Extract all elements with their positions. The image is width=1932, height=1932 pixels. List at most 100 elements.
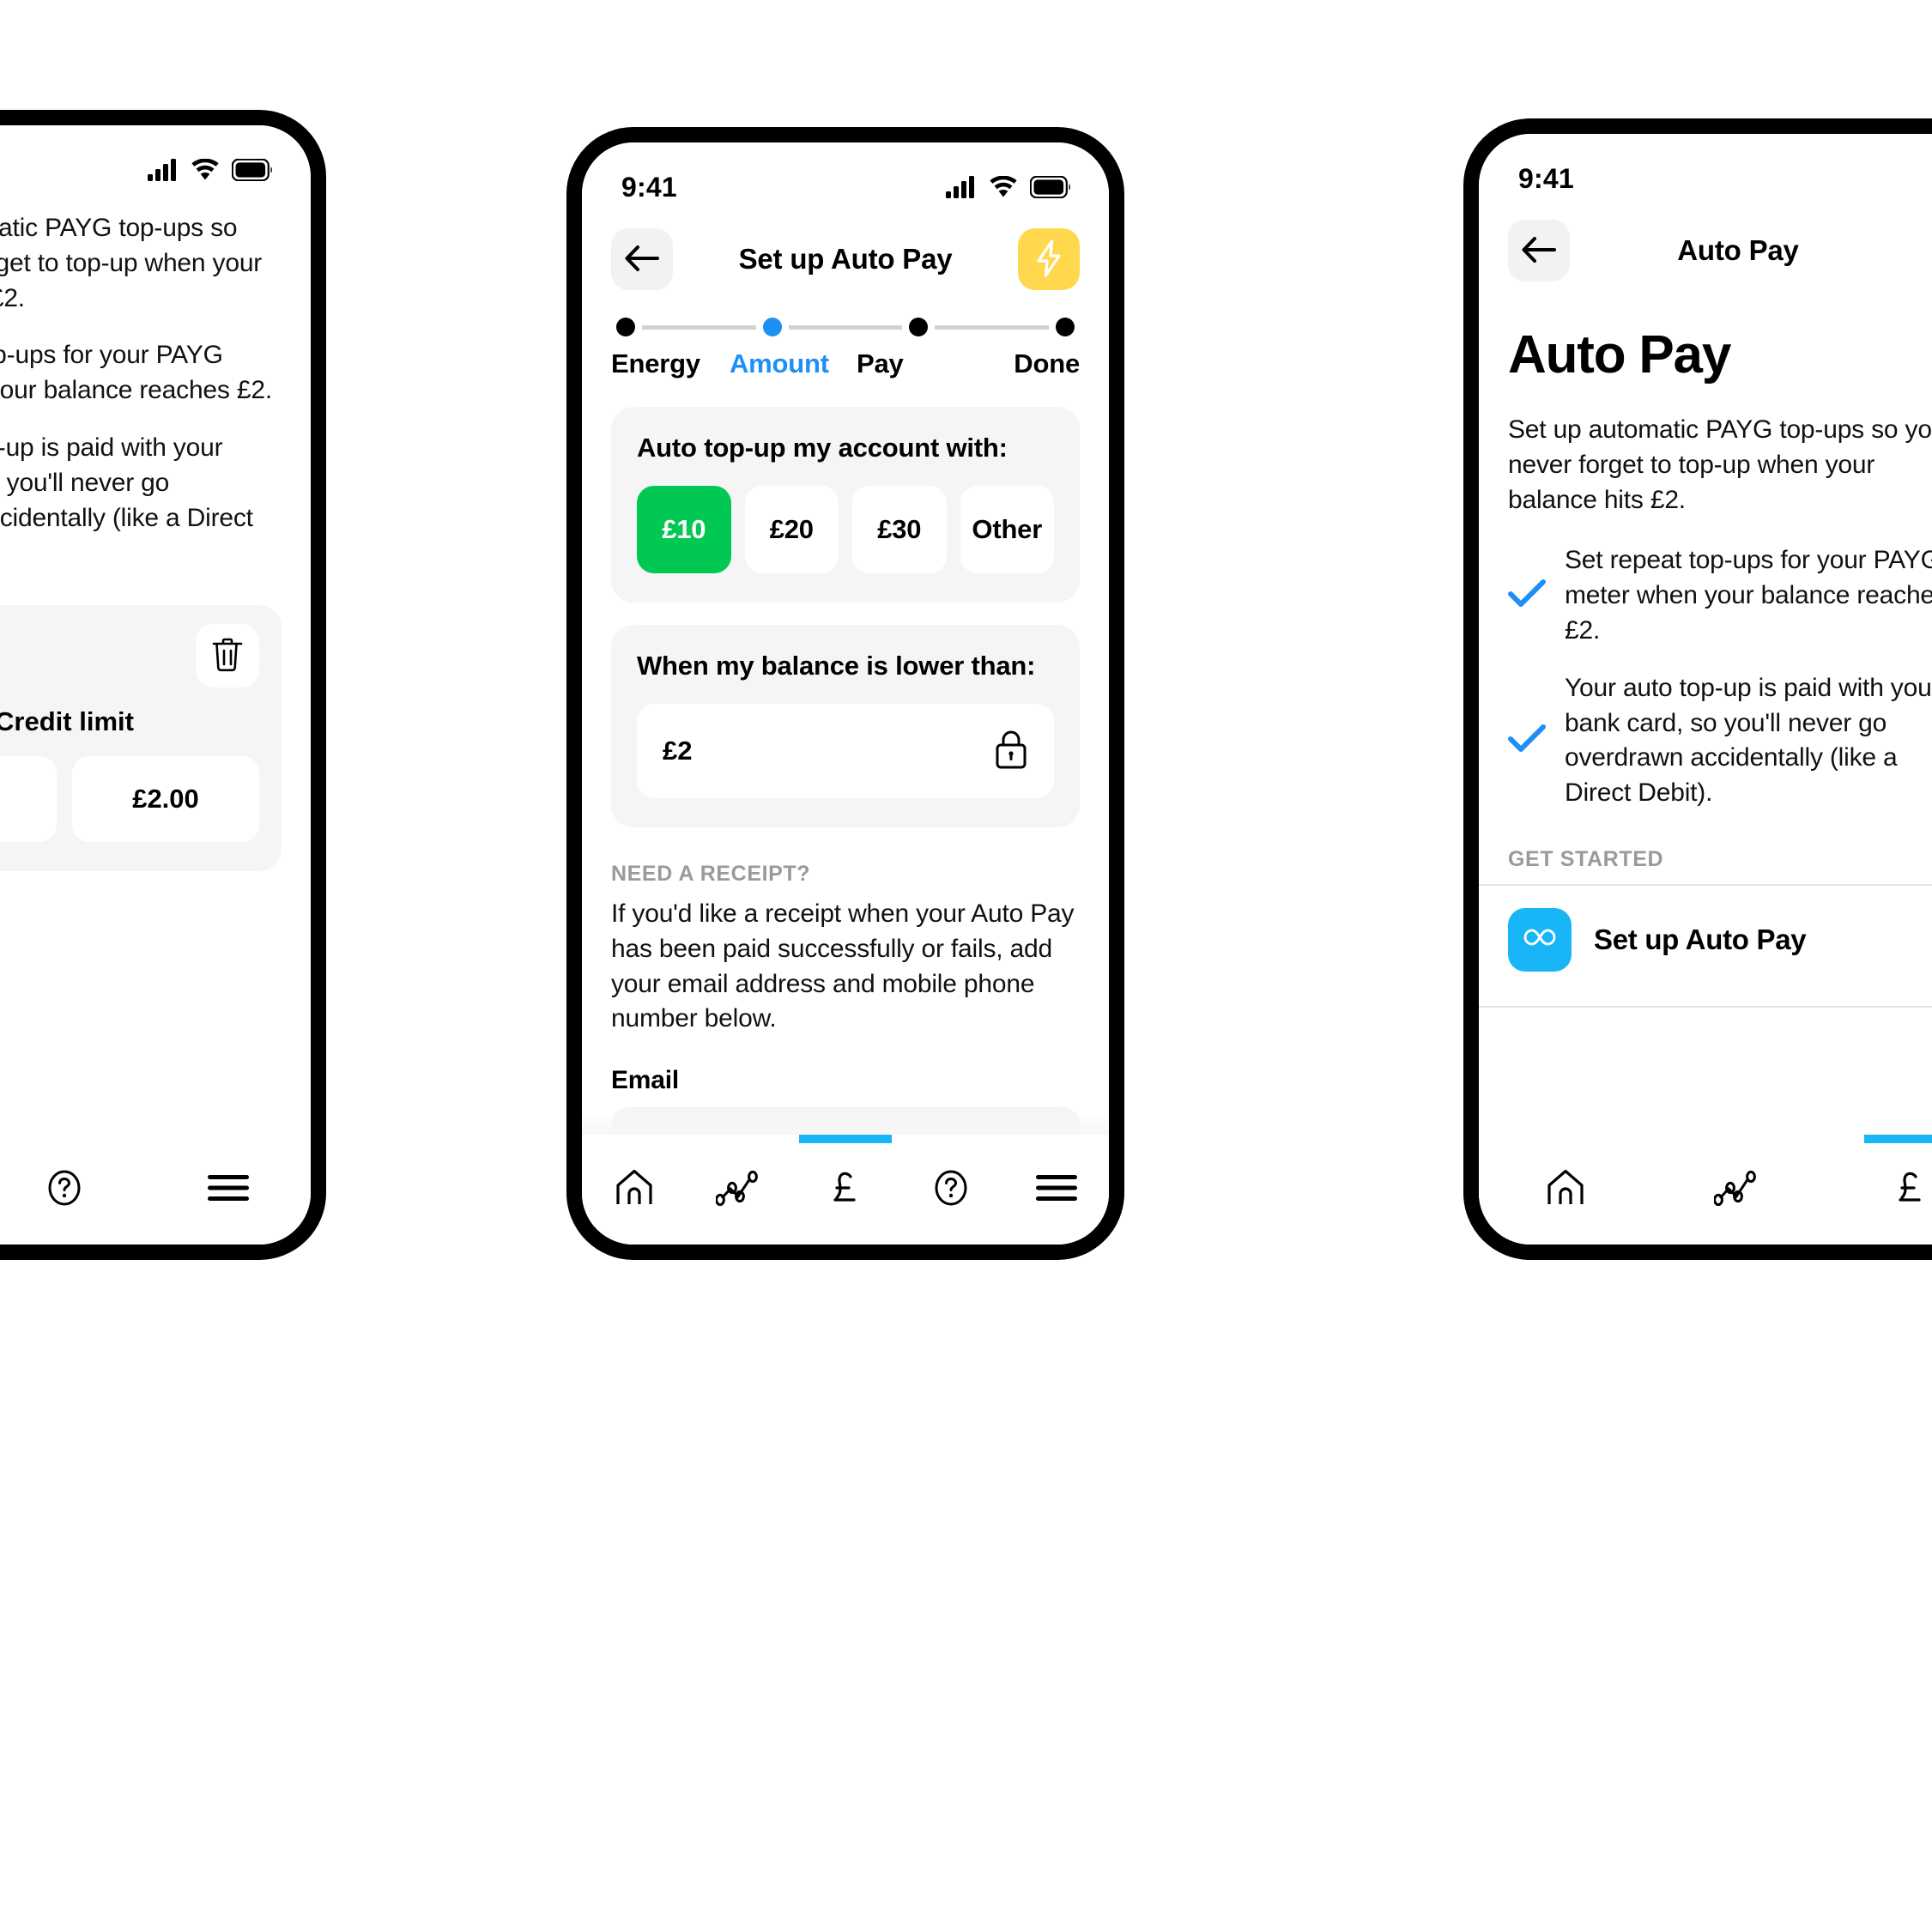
hamburger-menu-icon [1035, 1173, 1077, 1207]
list-item-text: Your auto top-up is paid with your bank … [1565, 673, 1932, 808]
main-content: Auto top-up my account with: £10 £20 £30… [582, 407, 1109, 1135]
credit-limit-card: Credit limit £2.00 [0, 605, 282, 872]
step-label-pay: Pay [857, 348, 904, 379]
wifi-icon [989, 176, 1018, 198]
bottom-nav-mid [582, 1135, 1109, 1245]
tab-pound[interactable] [793, 1135, 899, 1245]
phone-left: Auto Pay Set up automatic PAYG top-ups s… [0, 110, 326, 1260]
amount-option-other[interactable]: Other [960, 486, 1054, 573]
credit-limit-label: Credit limit [0, 706, 134, 737]
trash-icon-button[interactable] [196, 624, 259, 688]
divider-bottom [1479, 1005, 1932, 1008]
pound-icon [827, 1168, 864, 1212]
receipt-eyebrow: NEED A RECEIPT? [611, 862, 811, 886]
tab-usage[interactable] [687, 1135, 793, 1245]
app-bar-mid: Set up Auto Pay [582, 209, 1109, 299]
lightning-bolt-button[interactable] [1018, 228, 1080, 290]
bottom-nav-left [0, 1135, 311, 1245]
arrow-left-icon [625, 244, 659, 276]
step-dot-amount[interactable] [762, 318, 782, 336]
check-icon [1508, 579, 1546, 613]
credit-limit-left-value[interactable] [0, 756, 57, 843]
battery-icon [1030, 176, 1071, 198]
step-label-amount: Amount [730, 348, 829, 379]
page-heading: Auto Pay [1508, 325, 1731, 385]
status-bar-mid: 9:41 [582, 142, 1109, 209]
receipt-body: If you'd like a receipt when your Auto P… [611, 899, 1075, 1033]
setup-auto-pay-row[interactable]: Set up Auto Pay [1479, 886, 1932, 994]
bottom-nav-right [1479, 1135, 1932, 1245]
progress-stepper: Energy Amount Pay Done [582, 299, 1109, 385]
tab-help[interactable] [898, 1135, 1003, 1245]
question-circle-icon [44, 1167, 85, 1213]
amount-option-20[interactable]: £20 [744, 486, 839, 573]
status-icons [946, 176, 1071, 198]
phone-middle-scroll[interactable]: Set up Auto Pay Energy Amount Pay Done A… [582, 209, 1109, 1135]
benefits-list: Set repeat top-ups for your PAYG meter w… [1479, 543, 1932, 811]
step-label-done: Done [1014, 348, 1080, 379]
left-paragraph-1: Set up automatic PAYG top-ups so you nev… [0, 214, 263, 312]
tab-active-indicator [1864, 1135, 1932, 1143]
threshold-card: When my balance is lower than: £2 [611, 625, 1080, 827]
phone-left-scroll[interactable]: Auto Pay Set up automatic PAYG top-ups s… [0, 125, 311, 1135]
tab-home[interactable] [582, 1135, 687, 1245]
hamburger-menu-icon [208, 1173, 250, 1207]
app-bar-right: Auto Pay [1479, 201, 1932, 290]
tab-menu[interactable] [1003, 1135, 1109, 1245]
list-item: Set repeat top-ups for your PAYG meter w… [1508, 543, 1932, 648]
home-icon [1545, 1168, 1586, 1212]
app-bar-spacer [1906, 220, 1932, 282]
list-item-text: Set repeat top-ups for your PAYG meter w… [1565, 546, 1932, 645]
stepper-labels: Energy Amount Pay Done [611, 348, 1080, 379]
credit-limit-value[interactable]: £2.00 [72, 756, 259, 843]
amount-option-30[interactable]: £30 [852, 486, 947, 573]
get-started-eyebrow: GET STARTED [1508, 846, 1664, 871]
infinity-icon [1521, 926, 1559, 953]
app-bar-title: Auto Pay [1677, 234, 1799, 266]
amount-option-10[interactable]: £10 [637, 486, 731, 573]
tab-pound-right[interactable] [1825, 1135, 1932, 1245]
phone-right-screen: 9:41 Auto Pay Auto Pay Set up automatic … [1479, 134, 1932, 1245]
tab-usage-right[interactable] [1651, 1135, 1824, 1245]
pound-icon [1892, 1168, 1929, 1212]
step-label-energy: Energy [611, 348, 700, 379]
home-icon [614, 1168, 655, 1212]
threshold-value-field[interactable]: £2 [637, 704, 1054, 798]
email-label: Email [611, 1066, 680, 1095]
amount-card-title: Auto top-up my account with: [637, 433, 1008, 463]
lock-icon [994, 729, 1028, 774]
step-dot-pay[interactable] [909, 318, 929, 336]
lightning-bolt-icon [1034, 239, 1063, 280]
left-paragraph-2: Set repeat top-ups for your PAYG meter w… [0, 341, 272, 405]
page-title: Auto Pay [0, 125, 311, 189]
setup-auto-pay-label: Set up Auto Pay [1594, 923, 1807, 955]
step-line-1 [642, 324, 756, 330]
cellular-signal-icon [946, 176, 977, 198]
threshold-card-title: When my balance is lower than: [637, 651, 1036, 681]
phone-left-screen: Auto Pay Set up automatic PAYG top-ups s… [0, 125, 311, 1245]
phone-middle: 9:41 Set up Auto Pay Energy Amount Pay D… [566, 127, 1124, 1260]
arrow-left-icon [1522, 235, 1556, 267]
list-item: Your auto top-up is paid with your bank … [1508, 671, 1932, 811]
phone-middle-screen: 9:41 Set up Auto Pay Energy Amount Pay D… [582, 142, 1109, 1245]
tab-active-indicator [798, 1135, 892, 1143]
threshold-value: £2 [663, 736, 693, 766]
status-time: 9:41 [1518, 162, 1574, 194]
step-line-2 [788, 324, 903, 330]
email-input[interactable] [611, 1107, 1080, 1135]
phone-right-scroll[interactable]: Auto Pay Auto Pay Set up automatic PAYG … [1479, 201, 1932, 1135]
back-button[interactable] [611, 228, 673, 290]
credit-limit-fields: £2.00 [0, 756, 259, 843]
tab-home-right[interactable] [1479, 1135, 1651, 1245]
step-dot-done[interactable] [1056, 318, 1075, 336]
step-line-3 [935, 324, 1050, 330]
tab-menu-left[interactable] [147, 1135, 311, 1245]
amount-options: £10 £20 £30 Other [637, 486, 1054, 573]
step-dot-energy[interactable] [616, 318, 635, 336]
infinity-icon-tile [1508, 907, 1572, 972]
back-button[interactable] [1508, 220, 1570, 282]
tab-help-left[interactable] [0, 1135, 147, 1245]
amount-card: Auto top-up my account with: £10 £20 £30… [611, 407, 1080, 603]
line-chart-icon [715, 1170, 764, 1210]
question-circle-icon [930, 1167, 972, 1213]
